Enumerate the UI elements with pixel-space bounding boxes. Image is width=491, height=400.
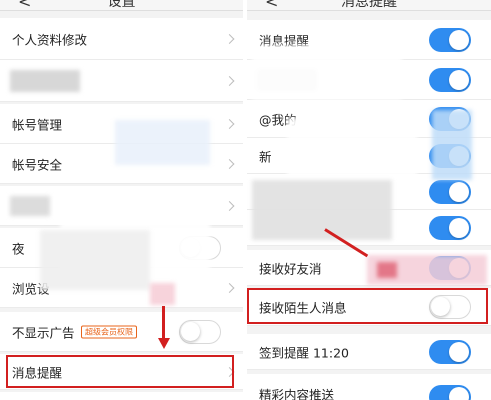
vip-badge: 超级会员权限: [81, 325, 137, 338]
notify-toggle[interactable]: [429, 215, 471, 240]
mosaic-blur: [150, 283, 175, 305]
chevron-right-icon: [224, 118, 235, 129]
nav-bar: < 消息提醒: [247, 0, 491, 11]
nav-bar: < 设置: [0, 0, 243, 11]
mosaic-blur: [432, 110, 472, 180]
notification-settings-screen: < 消息提醒 消息提醒 @我的 新 接收好友消 接收陌生人消息 签到提醒 11:…: [247, 0, 491, 400]
mosaic-blur: [40, 230, 150, 290]
notify-item-checkin-reminder[interactable]: 签到提醒 11:20: [247, 334, 491, 370]
notify-item-label: 精彩内容推送: [259, 387, 335, 400]
notify-item-label: 签到提醒 11:20: [259, 345, 349, 360]
page-title: 消息提醒: [341, 0, 397, 10]
featured-push-toggle[interactable]: [429, 385, 471, 400]
notify-item-receive-stranger-msg[interactable]: 接收陌生人消息: [247, 288, 491, 326]
settings-item-label: 夜: [12, 241, 25, 256]
chevron-right-icon: [224, 200, 235, 211]
notify-item-featured-push[interactable]: 精彩内容推送: [247, 374, 491, 400]
hide-ads-toggle[interactable]: [179, 319, 221, 344]
notify-item-label: 接收好友消: [259, 261, 322, 276]
settings-screen: < 设置 个人资料修改 帐号管理 帐号安全 夜 浏览设 不显示广告 超级会员权限…: [0, 0, 243, 400]
chevron-right-icon: [224, 158, 235, 169]
settings-item-label: 个人资料修改: [12, 32, 88, 47]
settings-item-label: 消息提醒: [12, 365, 63, 380]
arrow-down-icon: [162, 306, 165, 339]
settings-item-next[interactable]: [0, 392, 243, 400]
settings-item-notifications[interactable]: 消息提醒: [0, 354, 243, 390]
notify-item-label: 接收陌生人消息: [259, 300, 347, 315]
mosaic-blur: [10, 196, 50, 216]
mosaic-blur: [287, 118, 417, 188]
chevron-right-icon: [224, 282, 235, 293]
chevron-right-icon: [224, 33, 235, 44]
arrow-head-icon: [157, 338, 170, 349]
checkin-reminder-toggle[interactable]: [429, 339, 471, 364]
mosaic-blur: [252, 45, 402, 100]
message-alert-toggle[interactable]: [429, 27, 471, 52]
settings-item-label: 帐号管理: [12, 117, 63, 132]
mosaic-blur: [115, 120, 210, 165]
settings-item-label: 不显示广告: [12, 325, 75, 340]
settings-item-hide-ads[interactable]: 不显示广告 超级会员权限: [0, 312, 243, 352]
mosaic-blur: [10, 70, 80, 92]
settings-item-label: 帐号安全: [12, 157, 63, 172]
receive-stranger-msg-toggle[interactable]: [429, 294, 471, 319]
mosaic-blur: [377, 262, 397, 278]
settings-item-obscured[interactable]: [0, 60, 243, 102]
notify-item-label: 新: [259, 149, 272, 164]
page-title: 设置: [107, 0, 136, 10]
notify-toggle[interactable]: [429, 179, 471, 204]
chevron-right-icon: [224, 366, 235, 377]
chevron-right-icon: [224, 75, 235, 86]
settings-item-profile-edit[interactable]: 个人资料修改: [0, 18, 243, 60]
notify-toggle[interactable]: [429, 67, 471, 92]
mosaic-blur: [252, 180, 392, 240]
